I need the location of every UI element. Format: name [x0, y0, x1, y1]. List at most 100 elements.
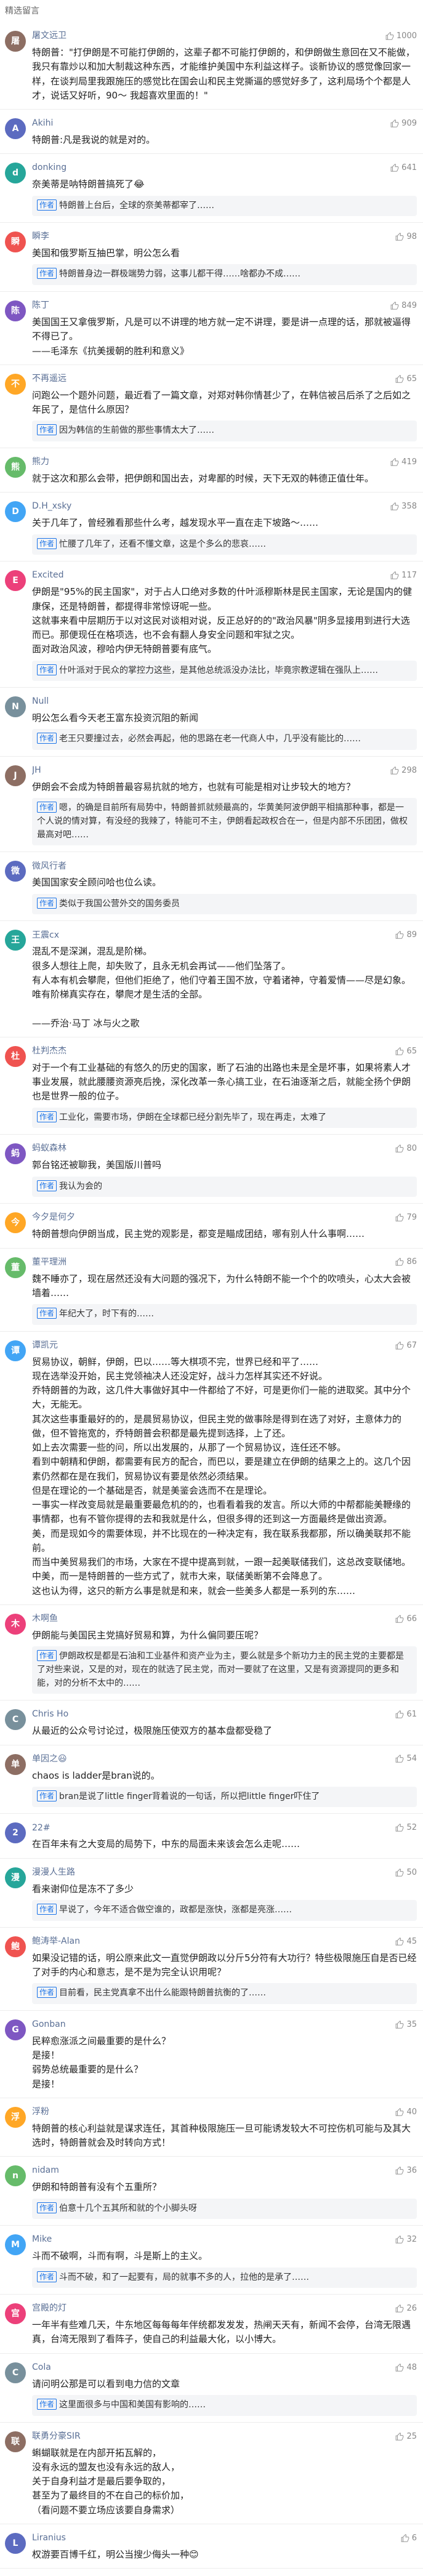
commenter-name[interactable]: Akihi: [32, 117, 53, 131]
commenter-name[interactable]: donking: [32, 161, 66, 175]
avatar[interactable]: 木: [5, 1613, 26, 1635]
like-button[interactable]: 1000: [385, 30, 417, 42]
commenter-name[interactable]: 杜判杰杰: [32, 1045, 66, 1058]
like-button[interactable]: 849: [390, 300, 417, 312]
like-button[interactable]: 79: [395, 1212, 417, 1224]
commenter-name[interactable]: 单因之😃: [32, 1753, 67, 1766]
like-button[interactable]: 50: [395, 1867, 417, 1879]
avatar[interactable]: 微: [5, 861, 26, 882]
avatar[interactable]: E: [5, 570, 26, 592]
avatar[interactable]: 陈: [5, 300, 26, 322]
commenter-name[interactable]: 熊力: [32, 456, 49, 469]
avatar[interactable]: 董: [5, 1257, 26, 1278]
commenter-name[interactable]: 蚂蚁森林: [32, 1142, 66, 1156]
like-button[interactable]: 65: [395, 1045, 417, 1058]
avatar[interactable]: 不: [5, 373, 26, 395]
commenter-name[interactable]: 瞬李: [32, 230, 49, 244]
like-button[interactable]: 32: [395, 2234, 417, 2246]
commenter-name[interactable]: Liranius: [32, 2532, 66, 2545]
like-button[interactable]: 80: [395, 1143, 417, 1155]
avatar[interactable]: d: [5, 163, 26, 184]
like-button[interactable]: 89: [395, 929, 417, 941]
commenter-name[interactable]: JH: [32, 764, 41, 778]
avatar[interactable]: 浮: [5, 2106, 26, 2128]
like-button[interactable]: 54: [395, 1753, 417, 1765]
commenter-name[interactable]: 王震cx: [32, 929, 59, 943]
like-button[interactable]: 25: [395, 2431, 417, 2443]
like-button[interactable]: 65: [395, 373, 417, 385]
commenter-name[interactable]: 22#: [32, 1822, 50, 1835]
avatar[interactable]: 联: [5, 2431, 26, 2452]
like-button[interactable]: 419: [390, 456, 417, 469]
avatar[interactable]: 漫: [5, 1867, 26, 1888]
commenter-name[interactable]: Null: [32, 695, 49, 709]
like-button[interactable]: 117: [390, 570, 417, 582]
avatar[interactable]: 2: [5, 1822, 26, 1844]
comment-head: Excited 117: [32, 569, 417, 582]
like-button[interactable]: 61: [395, 1709, 417, 1721]
commenter-name[interactable]: 微风行者: [32, 860, 66, 874]
like-button[interactable]: 298: [390, 765, 417, 777]
commenter-name[interactable]: Cola: [32, 2361, 51, 2375]
like-button[interactable]: 66: [395, 1613, 417, 1625]
avatar[interactable]: D: [5, 501, 26, 523]
commenter-name[interactable]: nidam: [32, 2164, 59, 2178]
avatar[interactable]: A: [5, 118, 26, 139]
avatar[interactable]: 宫: [5, 2303, 26, 2325]
avatar[interactable]: N: [5, 696, 26, 718]
like-button[interactable]: 45: [395, 1936, 417, 1948]
commenter-name[interactable]: 浮粉: [32, 2106, 49, 2119]
avatar[interactable]: J: [5, 765, 26, 787]
commenter-name[interactable]: 宫殿的灯: [32, 2302, 66, 2316]
like-button[interactable]: 86: [395, 1256, 417, 1268]
commenter-name[interactable]: Chris Ho: [32, 1708, 68, 1721]
comment-item: 陈陈丁 849 美国国王又拿俄罗斯，凡是可以不讲理的地方就一定不讲理，要是讲一点理的…: [0, 292, 423, 365]
commenter-name[interactable]: 鲍涛举-Alan: [32, 1935, 80, 1949]
like-button[interactable]: 909: [390, 118, 417, 130]
commenter-name[interactable]: 屠文远卫: [32, 30, 66, 43]
commenter-name[interactable]: 漫漫人生路: [32, 1866, 75, 1880]
commenter-name[interactable]: 联勇分豪SIR: [32, 2430, 81, 2444]
avatar[interactable]: C: [5, 1709, 26, 1731]
avatar[interactable]: n: [5, 2165, 26, 2187]
like-button[interactable]: 40: [395, 2106, 417, 2119]
commenter-name[interactable]: Mike: [32, 2233, 52, 2247]
commenter-name[interactable]: 董平理洲: [32, 1256, 66, 1270]
like-button[interactable]: 6: [401, 2532, 417, 2545]
commenter-name[interactable]: 不再遥远: [32, 372, 66, 386]
avatar[interactable]: C: [5, 2362, 26, 2383]
avatar[interactable]: 王: [5, 930, 26, 951]
avatar[interactable]: 瞬: [5, 231, 26, 253]
commenter-name[interactable]: 谭凯元: [32, 1339, 58, 1353]
avatar[interactable]: G: [5, 2019, 26, 2040]
like-button[interactable]: 35: [395, 2019, 417, 2031]
avatar[interactable]: 今: [5, 1212, 26, 1234]
like-button[interactable]: 67: [395, 1340, 417, 1352]
comment-head: 董平理洲 86: [32, 1256, 417, 1270]
like-button[interactable]: 641: [390, 162, 417, 174]
avatar[interactable]: L: [5, 2532, 26, 2554]
like-button[interactable]: 26: [395, 2303, 417, 2315]
like-button[interactable]: 98: [395, 231, 417, 243]
like-button[interactable]: 36: [395, 2165, 417, 2177]
avatar[interactable]: 屠: [5, 31, 26, 52]
like-button[interactable]: 358: [390, 501, 417, 513]
like-button[interactable]: 48: [395, 2362, 417, 2374]
like-button[interactable]: 52: [395, 1822, 417, 1834]
avatar[interactable]: 谭: [5, 1340, 26, 1361]
comment-item: 木木啊鱼 66 伊朗能与美国民主党搞好贸易和算，为什么偏同要压呢？ 作者 伊朗政权是都是…: [0, 1605, 423, 1701]
commenter-name[interactable]: D.H_xsky: [32, 500, 71, 513]
commenter-name[interactable]: 今夕是何夕: [32, 1211, 75, 1225]
author-tag: 作者: [37, 537, 57, 549]
avatar[interactable]: 单: [5, 1753, 26, 1775]
avatar[interactable]: 蚂: [5, 1143, 26, 1165]
avatar[interactable]: 杜: [5, 1045, 26, 1067]
avatar[interactable]: M: [5, 2234, 26, 2256]
commenter-name[interactable]: 木啊鱼: [32, 1612, 58, 1626]
avatar[interactable]: 鲍: [5, 1936, 26, 1957]
commenter-name[interactable]: Gonban: [32, 2018, 66, 2032]
avatar[interactable]: 熊: [5, 457, 26, 478]
like-count: 40: [406, 2107, 417, 2117]
commenter-name[interactable]: Excited: [32, 569, 63, 582]
commenter-name[interactable]: 陈丁: [32, 299, 49, 313]
